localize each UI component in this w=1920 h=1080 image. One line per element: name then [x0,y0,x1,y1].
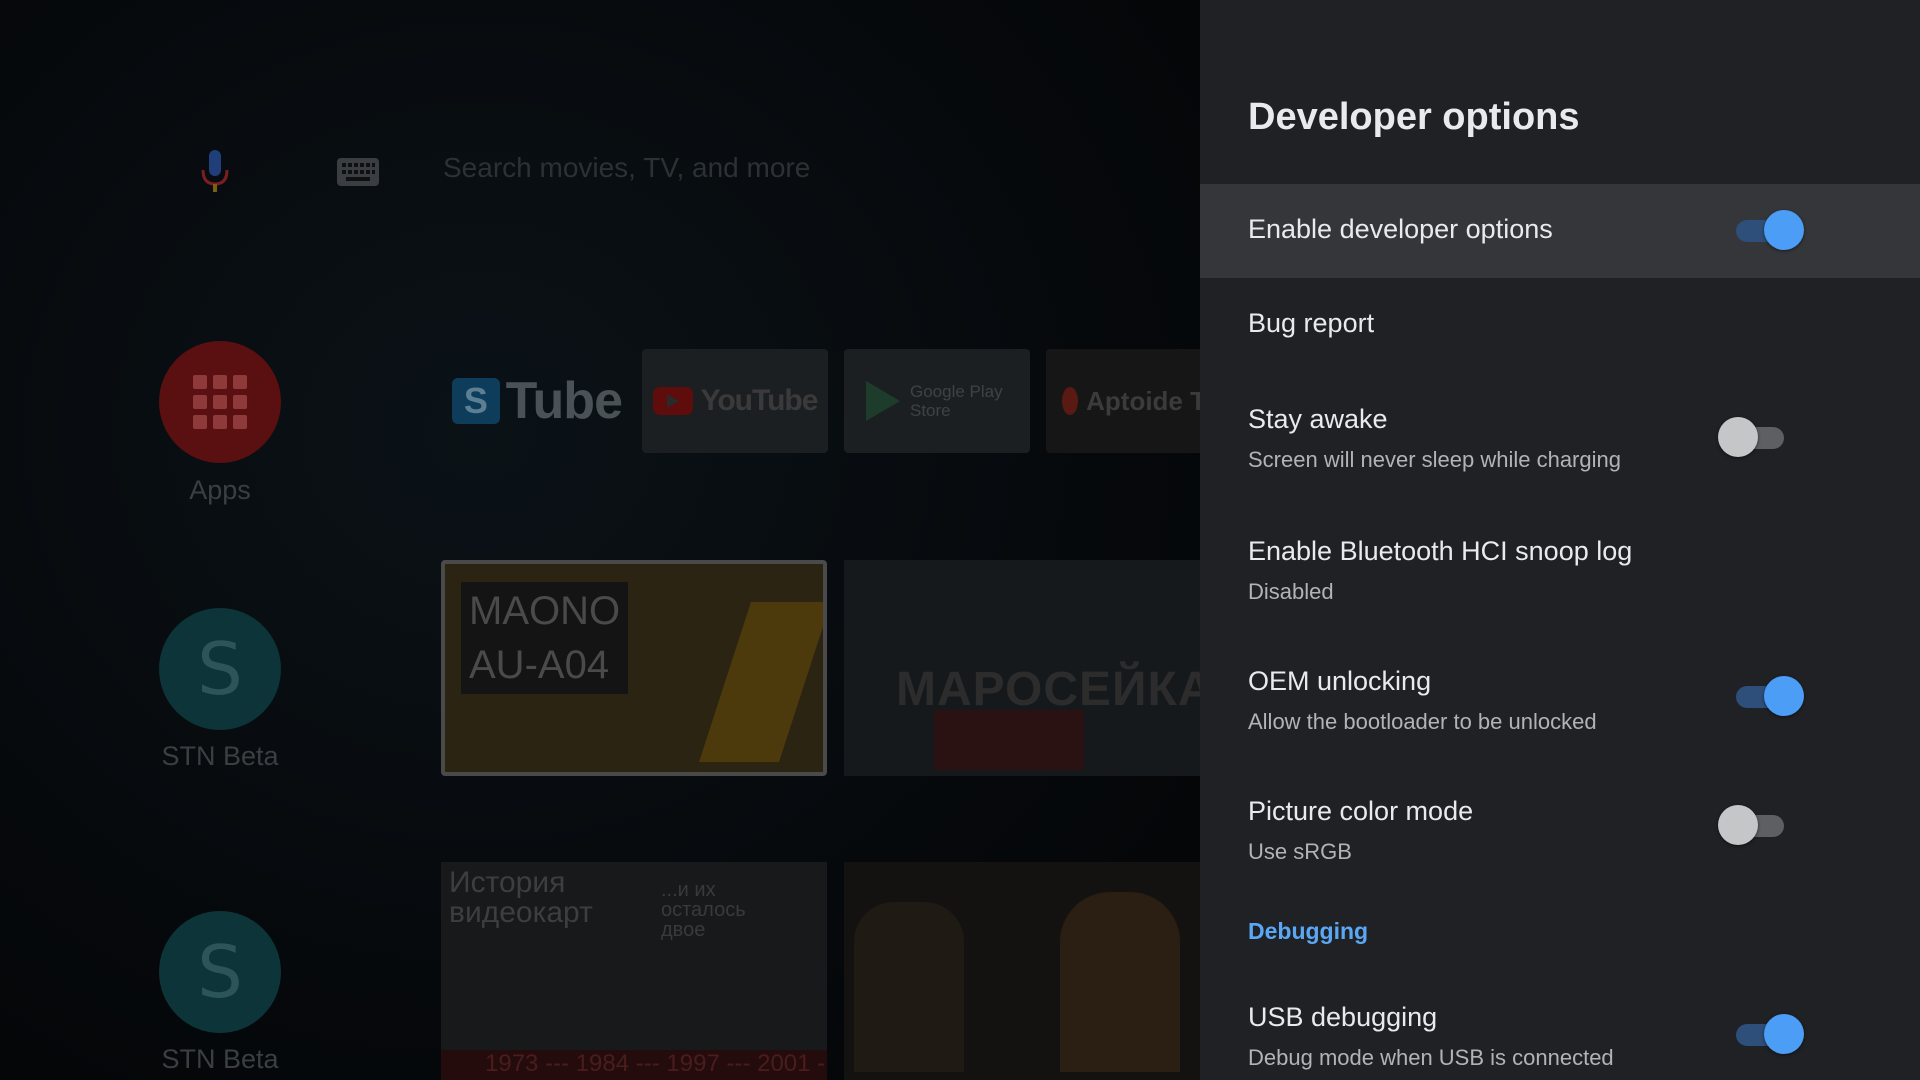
row-title: Enable developer options [1248,214,1553,244]
stube-logo-icon: S [452,378,500,424]
stn-beta-tile[interactable]: S [159,608,281,730]
launcher-background: Search movies, TV, and more Apps S STN B… [0,0,1200,1080]
stn-beta-label: STN Beta [161,741,279,771]
row-title: Enable Bluetooth HCI snoop log [1248,536,1633,566]
stn-beta-tile-2[interactable]: S [159,911,281,1033]
video-thumbnail-title: История видеокарт [449,866,593,929]
youtube-app-card[interactable]: YouTube [642,349,828,453]
aptoide-wordmark: Aptoide T [1086,385,1200,416]
stn-beta-label-2: STN Beta [161,1044,279,1074]
developer-options-panel: Developer options Enable developer optio… [1200,0,1920,1080]
enable-developer-options-row[interactable]: Enable developer options [1200,184,1920,278]
picture-color-mode-row[interactable]: Picture color mode Use sRGB [1200,760,1920,890]
row-title: Bug report [1248,308,1375,338]
oem-unlocking-toggle[interactable] [1732,676,1804,716]
debugging-section-header: Debugging [1248,918,1369,944]
google-play-app-card[interactable]: Google Play Store [844,349,1030,453]
stube-wordmark: Tube [505,372,623,430]
row-title: OEM unlocking [1248,666,1432,696]
row-subtitle: Debug mode when USB is connected [1248,1045,1614,1070]
aptoide-app-card[interactable]: Aptoide T [1046,349,1200,453]
usb-debugging-toggle[interactable] [1732,1014,1804,1054]
microphone-icon[interactable] [200,150,230,194]
video-thumbnail-title: МАРОСЕЙКА [896,663,1200,716]
row-title: Stay awake [1248,404,1388,434]
stn-beta-letter: S [197,627,243,711]
video-thumbnail-title: MAONO AU-A04 [461,582,629,694]
oem-unlocking-row[interactable]: OEM unlocking Allow the bootloader to be… [1200,630,1920,760]
stube-app-card[interactable]: S Tube [452,349,623,453]
google-play-icon [866,381,900,421]
apps-button[interactable] [159,341,281,463]
youtube-wordmark: YouTube [700,384,819,417]
stay-awake-toggle[interactable] [1718,417,1790,457]
video-thumbnail-gpu-history[interactable]: История видеокарт ...и их осталось двое … [441,862,827,1080]
row-title: USB debugging [1248,1002,1438,1032]
search-input[interactable]: Search movies, TV, and more [443,152,810,184]
google-play-label: Google Play Store [910,382,1003,420]
video-thumbnail-maono[interactable]: MAONO AU-A04 [441,560,827,776]
youtube-play-icon [652,387,693,415]
apps-label: Apps [189,475,251,505]
enable-developer-options-toggle[interactable] [1732,210,1804,250]
bug-report-row[interactable]: Bug report [1200,278,1920,374]
video-thumbnail-aside: ...и их осталось двое [661,879,746,941]
row-title: Picture color mode [1248,796,1474,826]
row-subtitle: Allow the bootloader to be unlocked [1248,709,1597,734]
picture-color-mode-toggle[interactable] [1718,805,1790,845]
stn-beta-letter: S [197,930,243,1014]
row-subtitle: Screen will never sleep while charging [1248,447,1621,472]
aptoide-logo-icon [1062,387,1079,415]
row-subtitle: Use sRGB [1248,839,1352,864]
row-subtitle: Disabled [1248,579,1334,604]
video-thumbnail-maroseika[interactable]: МАРОСЕЙКА [844,560,1200,776]
video-thumbnail-people[interactable] [844,862,1200,1080]
panel-title: Developer options [1248,96,1580,138]
stay-awake-row[interactable]: Stay awake Screen will never sleep while… [1200,374,1920,502]
keyboard-icon[interactable] [337,158,379,186]
video-thumbnail-years: 1973 --- 1984 --- 1997 --- 2001 --- 20 [441,1050,827,1080]
apps-grid-icon [193,375,247,429]
bluetooth-hci-snoop-log-row[interactable]: Enable Bluetooth HCI snoop log Disabled [1200,502,1920,630]
usb-debugging-row[interactable]: USB debugging Debug mode when USB is con… [1200,970,1920,1080]
